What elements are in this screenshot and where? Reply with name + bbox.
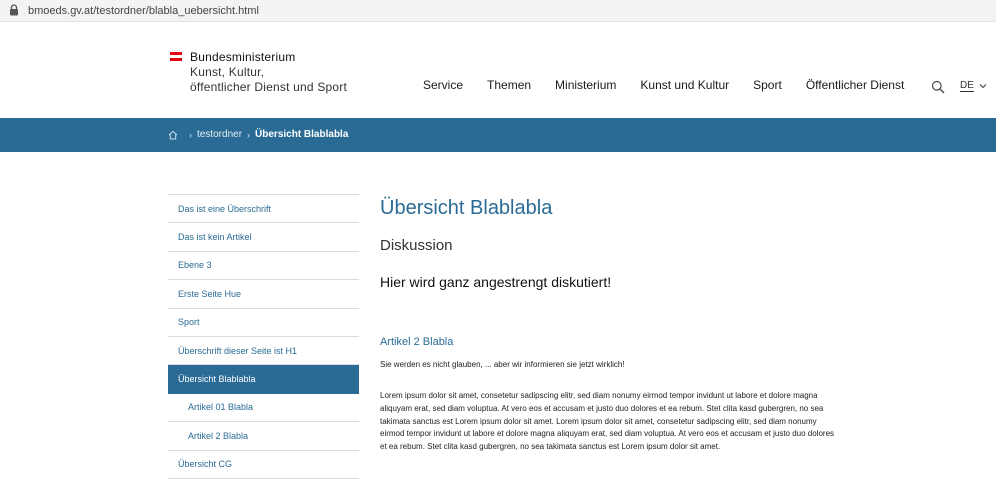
url-text[interactable]: bmoeds.gv.at/testordner/blabla_uebersich…	[28, 5, 259, 17]
article-title-link[interactable]: Artikel 2 Blabla	[380, 336, 453, 348]
sidebar-subitem[interactable]: Artikel 2 Blabla	[168, 422, 359, 451]
breadcrumb-item-testordner[interactable]: testordner	[197, 129, 242, 140]
site-header: Bundesministerium Kunst, Kultur, öffentl…	[0, 22, 996, 118]
logo-line-2: Kunst, Kultur,	[190, 65, 265, 79]
breadcrumb-separator-icon: ›	[189, 129, 192, 140]
article-intro: Sie werden es nicht glauben, ... aber wi…	[380, 360, 625, 369]
sidebar-item[interactable]: Übersicht CG	[168, 451, 359, 479]
sidebar-item[interactable]: Überschrift dieser Seite ist H1	[168, 337, 359, 366]
austria-flag-icon	[170, 52, 182, 61]
sidebar-item-active[interactable]: Übersicht Blablabla	[168, 365, 359, 394]
article-body: Lorem ipsum dolor sit amet, consetetur s…	[380, 391, 835, 452]
nav-item-oeffentlicher-dienst[interactable]: Öffentlicher Dienst	[806, 78, 905, 92]
sidebar-item[interactable]: Erste Seite Hue	[168, 280, 359, 309]
sidebar-item[interactable]: Das ist eine Überschrift	[168, 195, 359, 224]
section-subheading: Diskussion	[380, 237, 453, 254]
nav-item-sport[interactable]: Sport	[753, 78, 782, 92]
lock-icon	[9, 3, 21, 18]
breadcrumb-current: Übersicht Blablabla	[255, 129, 349, 140]
nav-item-service[interactable]: Service	[423, 78, 463, 92]
language-code: DE	[960, 80, 974, 92]
search-icon[interactable]	[931, 80, 945, 94]
language-selector[interactable]: DE	[960, 80, 987, 92]
sidebar-item[interactable]: Das ist kein Artikel	[168, 223, 359, 252]
logo-line-3: öffentlicher Dienst und Sport	[190, 80, 348, 94]
home-icon[interactable]	[168, 130, 178, 140]
nav-item-kunst-und-kultur[interactable]: Kunst und Kultur	[640, 78, 729, 92]
lead-text: Hier wird ganz angestrengt diskutiert!	[380, 274, 612, 290]
nav-item-ministerium[interactable]: Ministerium	[555, 78, 616, 92]
address-bar[interactable]: bmoeds.gv.at/testordner/blabla_uebersich…	[0, 0, 996, 22]
nav-item-themen[interactable]: Themen	[487, 78, 531, 92]
chevron-down-icon	[979, 82, 987, 90]
breadcrumb-band: › testordner › Übersicht Blablabla	[0, 118, 996, 152]
logo-line-1: Bundesministerium	[190, 50, 296, 64]
sidebar-item[interactable]: Ebene 3	[168, 252, 359, 281]
breadcrumb: › testordner › Übersicht Blablabla	[168, 129, 348, 140]
sidebar-item[interactable]: Sport	[168, 309, 359, 337]
breadcrumb-separator-icon: ›	[247, 129, 251, 140]
sidebar-subitem[interactable]: Artikel 01 Blabla	[168, 394, 359, 423]
page-title: Übersicht Blablabla	[380, 197, 553, 219]
sidebar-navigation: Das ist eine Überschrift Das ist kein Ar…	[168, 194, 359, 479]
main-navigation: Service Themen Ministerium Kunst und Kul…	[423, 78, 928, 92]
